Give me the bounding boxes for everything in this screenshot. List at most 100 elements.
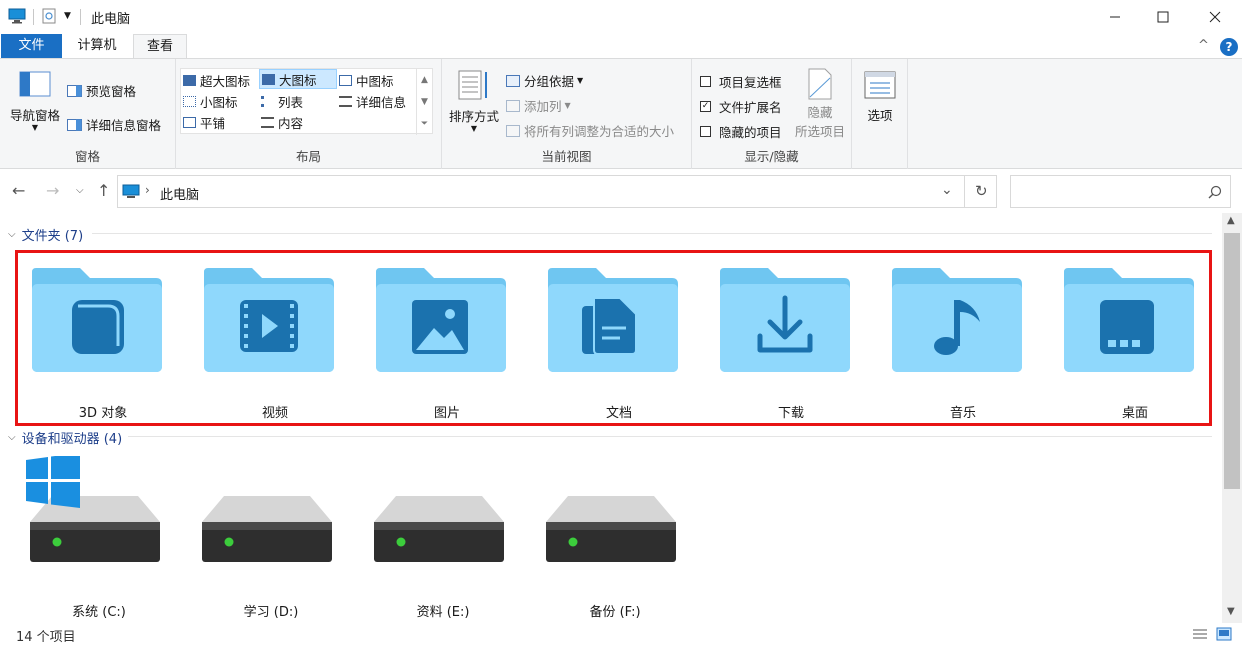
status-item-count: 14 个项目 bbox=[16, 630, 76, 645]
drive-d[interactable]: 学习 (D:) bbox=[196, 456, 346, 626]
large-icons-view-icon[interactable] bbox=[1216, 627, 1232, 644]
drive-label: 系统 (C:) bbox=[72, 605, 126, 620]
medium-icons-icon bbox=[339, 74, 352, 86]
group-label-show-hide: 显示/隐藏 bbox=[744, 149, 799, 164]
up-icon[interactable]: ↑ bbox=[97, 181, 110, 200]
extra-large-icons-icon bbox=[183, 74, 196, 86]
preview-pane-button[interactable]: 预览窗格 bbox=[67, 81, 136, 100]
details-view-icon[interactable] bbox=[1192, 628, 1208, 643]
back-icon[interactable]: ← bbox=[12, 181, 25, 200]
collapse-ribbon-icon[interactable]: ^ bbox=[1198, 38, 1209, 53]
address-path[interactable]: 此电脑 bbox=[160, 184, 199, 203]
tab-file[interactable]: 文件 bbox=[1, 34, 62, 58]
search-box[interactable] bbox=[1010, 175, 1231, 208]
fit-columns-icon bbox=[506, 124, 520, 137]
folders-section-header[interactable]: ⌵ 文件夹 (7) bbox=[8, 225, 83, 244]
maximize-button[interactable] bbox=[1140, 0, 1186, 33]
hidden-items-checkbox[interactable] bbox=[700, 126, 711, 137]
tab-view[interactable]: 查看 bbox=[133, 34, 187, 59]
layout-extra-large-icons[interactable]: 超大图标 bbox=[183, 70, 250, 90]
system-drive-icon bbox=[26, 453, 160, 562]
group-label-panes: 窗格 bbox=[74, 149, 100, 164]
layout-small-icons[interactable]: 小图标 bbox=[183, 91, 238, 111]
large-icons-icon bbox=[262, 73, 275, 85]
preview-pane-icon bbox=[67, 84, 82, 97]
sort-by-icon bbox=[458, 70, 487, 100]
nav-pane-button[interactable]: 导航窗格 ▼ bbox=[6, 71, 64, 132]
item-checkboxes-checkbox[interactable] bbox=[700, 76, 711, 87]
vertical-scrollbar[interactable]: ▲ ▼ bbox=[1222, 213, 1242, 623]
drive-icon bbox=[546, 496, 676, 562]
layout-list[interactable]: 列表 bbox=[261, 91, 303, 111]
group-label-layout: 布局 bbox=[295, 149, 321, 164]
path-chevron-icon[interactable]: › bbox=[145, 183, 150, 197]
drive-c[interactable]: 系统 (C:) bbox=[24, 453, 174, 626]
hide-selected-icon bbox=[808, 68, 832, 100]
layout-large-icons[interactable]: 大图标 bbox=[259, 69, 337, 89]
collapse-chevron-icon: ⌵ bbox=[8, 432, 16, 443]
content-icon bbox=[261, 116, 274, 128]
fit-columns-button[interactable]: 将所有列调整为合适的大小 bbox=[506, 121, 674, 140]
tab-computer[interactable]: 计算机 bbox=[66, 34, 128, 58]
this-pc-icon bbox=[8, 8, 26, 24]
quick-access-dropdown-icon[interactable]: ▼ bbox=[64, 11, 71, 21]
layout-content[interactable]: 内容 bbox=[261, 112, 303, 132]
ribbon-group-show-hide: 项目复选框 ✓ 文件扩展名 隐藏的项目 隐藏 所选项目 显示/隐藏 bbox=[692, 59, 852, 169]
layout-tiles[interactable]: 平铺 bbox=[183, 112, 225, 132]
hidden-items-toggle[interactable]: 隐藏的项目 bbox=[700, 122, 782, 141]
layout-medium-icons[interactable]: 中图标 bbox=[339, 70, 394, 90]
window-title: 此电脑 bbox=[91, 12, 131, 27]
group-by-button[interactable]: 分组依据 ▼ bbox=[506, 71, 583, 90]
details-pane-icon bbox=[67, 118, 82, 131]
scrollbar-thumb[interactable] bbox=[1224, 233, 1240, 489]
list-icon bbox=[261, 95, 274, 107]
hide-selected-button[interactable]: 隐藏 所选项目 bbox=[790, 68, 850, 140]
recent-locations-icon[interactable]: ⌵ bbox=[76, 185, 84, 196]
address-bar[interactable]: › 此电脑 ⌄ ↻ bbox=[117, 175, 997, 208]
gallery-up-icon[interactable]: ▲ bbox=[417, 69, 432, 91]
search-icon bbox=[1208, 185, 1222, 199]
minimize-button[interactable] bbox=[1092, 0, 1138, 33]
ribbon-group-layout: 超大图标 大图标 中图标 小图标 列表 详细信息 平铺 内容 ▲ ▼ ⏷ 布局 bbox=[176, 59, 442, 169]
close-button[interactable] bbox=[1192, 0, 1238, 33]
item-checkboxes-toggle[interactable]: 项目复选框 bbox=[700, 72, 782, 91]
layout-details[interactable]: 详细信息 bbox=[339, 91, 406, 111]
sort-by-button[interactable]: 排序方式 ▼ bbox=[446, 69, 502, 133]
windows-logo-icon bbox=[26, 453, 80, 508]
add-column-button[interactable]: 添加列 ▼ bbox=[506, 96, 571, 115]
drive-icon bbox=[374, 496, 504, 562]
scroll-down-icon[interactable]: ▼ bbox=[1227, 606, 1235, 617]
this-pc-small-icon bbox=[122, 184, 140, 198]
drive-e[interactable]: 资料 (E:) bbox=[368, 456, 518, 626]
file-extensions-checkbox[interactable]: ✓ bbox=[700, 101, 711, 112]
ribbon: 导航窗格 ▼ 预览窗格 详细信息窗格 窗格 超大图标 大图标 中图标 小图标 列… bbox=[0, 58, 1242, 169]
folders-highlight-box bbox=[15, 250, 1212, 426]
drive-icon bbox=[202, 496, 332, 562]
forward-icon[interactable]: → bbox=[46, 181, 59, 200]
ribbon-tabs: 文件 计算机 查看 bbox=[0, 34, 1242, 59]
nav-pane-icon bbox=[19, 71, 51, 97]
details-pane-button[interactable]: 详细信息窗格 bbox=[67, 115, 161, 134]
help-icon[interactable]: ? bbox=[1220, 38, 1238, 56]
layout-gallery-scroll[interactable]: ▲ ▼ ⏷ bbox=[416, 69, 432, 135]
group-by-icon bbox=[506, 74, 520, 87]
small-icons-icon bbox=[183, 95, 196, 107]
collapse-chevron-icon: ⌵ bbox=[8, 229, 16, 240]
gallery-expand-icon[interactable]: ⏷ bbox=[417, 113, 432, 135]
refresh-icon[interactable]: ↻ bbox=[975, 182, 988, 200]
options-icon bbox=[864, 71, 896, 99]
group-label-current-view: 当前视图 bbox=[541, 149, 592, 164]
drive-label: 学习 (D:) bbox=[243, 605, 299, 620]
properties-icon[interactable] bbox=[42, 8, 56, 24]
drive-label: 资料 (E:) bbox=[416, 605, 470, 620]
drives-section-header[interactable]: ⌵ 设备和驱动器 (4) bbox=[8, 428, 122, 447]
file-extensions-toggle[interactable]: ✓ 文件扩展名 bbox=[700, 97, 782, 116]
gallery-down-icon[interactable]: ▼ bbox=[417, 91, 432, 113]
drive-f[interactable]: 备份 (F:) bbox=[540, 456, 690, 626]
scroll-up-icon[interactable]: ▲ bbox=[1227, 215, 1235, 226]
add-column-icon bbox=[506, 99, 520, 112]
address-dropdown-icon[interactable]: ⌄ bbox=[941, 182, 953, 198]
ribbon-group-options: 选项 bbox=[852, 59, 908, 169]
options-button[interactable]: 选项 bbox=[858, 71, 902, 124]
details-icon bbox=[339, 95, 352, 107]
